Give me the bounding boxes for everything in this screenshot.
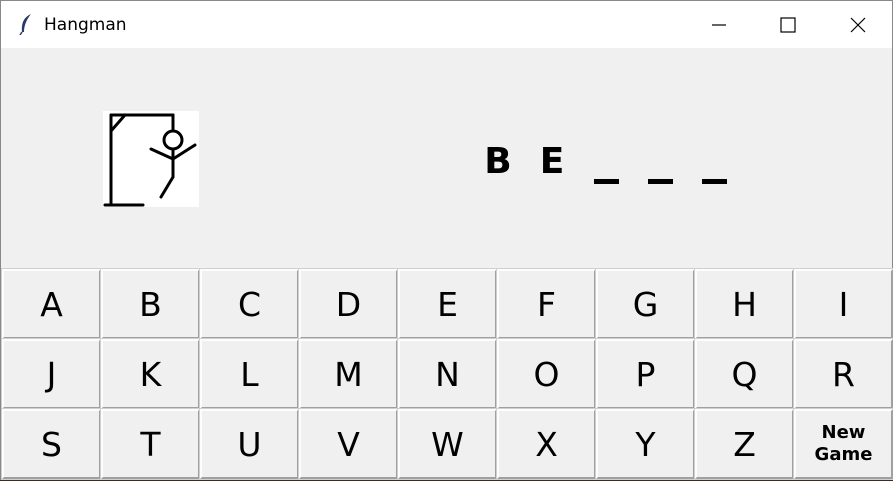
key-q[interactable]: Q [694, 338, 795, 410]
key-a[interactable]: A [1, 268, 102, 340]
key-i[interactable]: I [793, 268, 893, 340]
letter-keyboard: A B C D E F G H I J K L M N O P Q R S T … [1, 268, 893, 481]
key-e[interactable]: E [397, 268, 498, 340]
minimize-button[interactable] [685, 1, 753, 48]
key-v[interactable]: V [298, 408, 399, 480]
key-b[interactable]: B [100, 268, 201, 340]
key-s[interactable]: S [1, 408, 102, 480]
new-game-button[interactable]: New Game [793, 408, 893, 480]
maximize-button[interactable] [754, 1, 822, 48]
app-window: Hangman B E A B C D E F G H I J K L M N … [0, 0, 893, 480]
letter-slot: E [539, 141, 565, 182]
feather-icon [19, 14, 31, 35]
key-m[interactable]: M [298, 338, 399, 410]
title-bar: Hangman [1, 1, 892, 48]
key-f[interactable]: F [496, 268, 597, 340]
hangman-drawing [103, 111, 199, 207]
key-l[interactable]: L [199, 338, 300, 410]
key-r[interactable]: R [793, 338, 893, 410]
key-n[interactable]: N [397, 338, 498, 410]
maximize-icon [780, 16, 796, 33]
key-p[interactable]: P [595, 338, 696, 410]
close-button[interactable] [824, 1, 892, 48]
key-w[interactable]: W [397, 408, 498, 480]
minimize-icon [712, 23, 726, 26]
close-icon [850, 17, 866, 32]
key-u[interactable]: U [199, 408, 300, 480]
blank-slot [633, 140, 687, 186]
key-k[interactable]: K [100, 338, 201, 410]
key-t[interactable]: T [100, 408, 201, 480]
key-o[interactable]: O [496, 338, 597, 410]
window-title: Hangman [44, 15, 127, 35]
word-display: B E [471, 136, 741, 186]
blank-slot [687, 140, 741, 186]
key-j[interactable]: J [1, 338, 102, 410]
key-x[interactable]: X [496, 408, 597, 480]
key-y[interactable]: Y [595, 408, 696, 480]
key-z[interactable]: Z [694, 408, 795, 480]
key-c[interactable]: C [199, 268, 300, 340]
key-g[interactable]: G [595, 268, 696, 340]
key-d[interactable]: D [298, 268, 399, 340]
letter-slot: B [484, 141, 512, 182]
blank-slot [579, 140, 633, 186]
key-h[interactable]: H [694, 268, 795, 340]
